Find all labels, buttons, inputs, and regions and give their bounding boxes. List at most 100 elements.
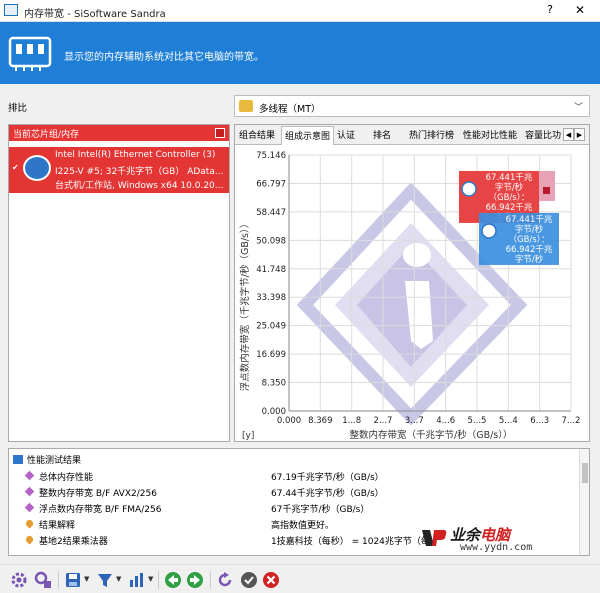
toolbar-separator [158,571,159,589]
x-tick-label: 1...8 [342,416,361,426]
x-axis-label: 整数内存带宽（千兆字节/秒（GB/s）） [350,429,513,441]
point-label-line: 67.441千兆 [486,172,533,183]
tab-bar: 组合结果 组成示意图 认证 排名 热门排行榜 性能对比性能 容量比功 ◀ ▶ [235,125,589,145]
result-label: 浮点数内存带宽 B/F FMA/256 [39,505,162,515]
x-tick-label: 4...6 [436,416,455,426]
title-bar: 内存带宽 - SiSoftware Sandra ? ✕ [0,0,600,22]
result-label: 总体内存性能 [39,473,94,483]
intel-chip-icon [461,181,477,197]
result-value: 1技嘉科技（每秒） = 1024兆字节（每 [271,537,430,547]
app-icon [4,4,18,16]
dropdown-value: 多线程（MT） [259,104,321,115]
results-heading-label: 性能测试结果 [27,456,82,466]
header-banner: 显示您的内存辅助系统对比其它电脑的带宽。 [0,22,600,84]
x-tick-label: 0.000 [277,416,301,426]
tab-capacity[interactable]: 容量比功 [525,128,561,141]
point-marker-bar [539,170,555,201]
point-label-line: 67.441千兆 [506,214,553,225]
result-value: 67千兆字节/秒（GB/s） [271,505,370,515]
save-icon[interactable] [64,571,82,589]
panel-heading: 当前芯片组/内存 [9,125,229,141]
y-tick-label: 66.797 [256,179,286,189]
filter-icon[interactable] [96,571,114,589]
device-system: 台式机/工作站, Windows x64 10.0.20... [55,181,224,191]
data-point: 67.441千兆字节/秒（GB/s）：66.942千兆字节/秒 [479,212,559,265]
chevron-down-icon[interactable]: ▼ [84,575,89,583]
point-label-line: （GB/s）： [489,192,530,203]
chart-icon[interactable] [128,571,146,589]
tab-certify[interactable]: 认证 [337,128,355,141]
y-tick-label: 50.098 [256,236,286,246]
y-tick-label: 8.350 [262,379,286,389]
diamond-icon [24,502,35,513]
point-label-line: 66.942千兆 [486,202,533,213]
options-icon[interactable] [34,571,52,589]
back-arrow-icon[interactable] [164,571,182,589]
pin-icon [24,518,35,529]
chevron-left-icon[interactable]: ◀ [563,128,574,141]
result-label: 基地2结果乘法器 [39,537,108,547]
ok-check-icon[interactable] [240,571,258,589]
checkmark-icon[interactable]: ✔ [12,163,20,172]
y-tick-labels: 75.146 66.797 58.447 50.098 41.748 33.398 25.0… [256,151,286,417]
device-detail: I225-V #5; 32千兆字节（GB） AData... [55,167,224,177]
cancel-x-icon[interactable] [262,571,280,589]
results-icon [13,455,23,464]
point-label-line: 66.942千兆 [506,244,553,255]
intel-chip-icon [481,223,497,239]
y-tick-label: 25.049 [256,322,286,332]
y-tick-label: 33.398 [256,293,286,303]
device-name: Intel Intel(R) Ethernet Controller (3) [55,150,216,160]
x-tick-label: 8.369 [308,416,332,426]
x-tick-labels: 0.000 8.369 1...8 2...7 3...7 4...6 5...5 5...4… [277,416,581,426]
tab-top-chart[interactable]: 热门排行榜 [409,128,454,141]
chevron-right-icon[interactable]: ▶ [574,128,585,141]
list-item[interactable]: 整数内存带宽 B/F AVX2/256 67.44千兆字节/秒（GB/s） [24,485,585,499]
result-label: 结果解释 [39,521,76,531]
tab-diagram[interactable]: 组成示意图 [281,126,335,145]
close-button[interactable]: ✕ [570,3,590,19]
site-watermark: 业余电脑 www.yydn.com [420,522,590,556]
y-tick-label: 41.748 [256,265,286,275]
toolbar-separator [210,571,211,589]
chevron-down-icon[interactable]: ▼ [148,575,153,583]
point-marker [543,186,550,194]
y-tick-label: 16.699 [256,350,286,360]
refresh-icon[interactable] [216,571,234,589]
diamond-icon [24,486,35,497]
list-item[interactable]: ✔ Intel Intel(R) Ethernet Controller (3)… [9,147,229,193]
x-tick-label: 2...7 [374,416,393,426]
bottom-toolbar: ▼ ▼ ▼ [0,564,600,593]
folder-icon [239,100,253,112]
help-button[interactable]: ? [540,3,560,19]
intel-chip-icon [23,155,51,181]
chevron-down-icon[interactable]: ▼ [116,575,121,583]
y-tick-label: 75.146 [256,151,286,161]
list-item[interactable]: 总体内存性能 67.19千兆字节/秒（GB/s） [24,469,585,483]
x-tick-label: 7...2 [562,416,581,426]
y-tick-label: 58.447 [256,208,286,218]
toolbar-separator [58,571,59,589]
diamond-icon [24,470,35,481]
forward-arrow-icon[interactable] [186,571,204,589]
tab-combined[interactable]: 组合结果 [239,128,275,141]
point-label-line: （GB/s）： [509,234,550,245]
point-label-line: 字节/秒 [515,254,544,265]
pin-icon [24,534,35,545]
result-value: 67.19千兆字节/秒（GB/s） [271,473,384,483]
point-label-line: 字节/秒 [495,182,524,193]
tab-scroll[interactable]: ◀ ▶ [563,128,587,142]
thread-mode-dropdown[interactable]: 多线程（MT） ﹀ [234,95,590,117]
scrollbar-thumb[interactable] [582,463,588,483]
y-unit-label: [y] [242,431,254,441]
x-tick-label: 5...5 [468,416,487,426]
chart-panel: 组合结果 组成示意图 认证 排名 热门排行榜 性能对比性能 容量比功 ◀ ▶ 75… [234,124,590,442]
tab-perf-compare[interactable]: 性能对比性能 [463,128,517,141]
tab-rank[interactable]: 排名 [373,128,391,141]
list-item[interactable]: 浮点数内存带宽 B/F FMA/256 67千兆字节/秒（GB/s） [24,501,585,515]
settings-gear-icon[interactable] [10,571,28,589]
y-axis-label: 浮点数内存带宽（千兆字节/秒（GB/s）） [239,219,251,391]
chevron-down-icon: ﹀ [573,103,583,113]
point-label-line: 字节/秒 [515,224,544,235]
device-list-panel: 当前芯片组/内存 ✔ Intel Intel(R) Ethernet Contr… [8,124,230,442]
